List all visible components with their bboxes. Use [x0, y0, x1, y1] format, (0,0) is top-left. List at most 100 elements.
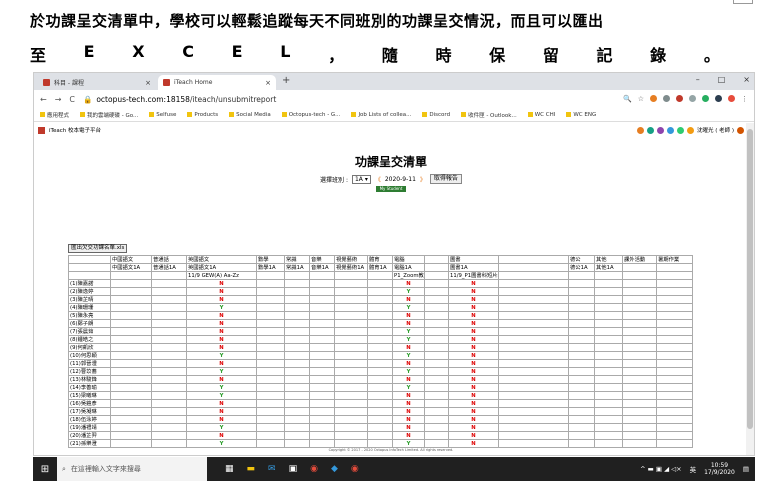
- profile-avatar[interactable]: [728, 95, 735, 102]
- table-cell: [656, 327, 693, 336]
- table-cell: [424, 343, 449, 352]
- tab-iteach-home[interactable]: iTeach Home ×: [158, 75, 276, 90]
- table-cell: N: [392, 391, 425, 400]
- tab-courses[interactable]: 科目 - 課程 ×: [38, 75, 156, 90]
- tool-icon[interactable]: [636, 126, 644, 134]
- url-input[interactable]: 🔒 octopus-tech.com:18158/iteach/unsubmit…: [83, 93, 403, 106]
- bookmark-item[interactable]: WC CHI: [527, 112, 555, 118]
- fetch-report-button[interactable]: 取得報告: [429, 174, 462, 184]
- bookmark-item[interactable]: Social Media: [229, 112, 271, 118]
- chrome-icon[interactable]: ◉: [351, 464, 359, 474]
- table-cell: [309, 327, 335, 336]
- table-cell: [568, 319, 595, 328]
- menu-icon[interactable]: ⋮: [741, 95, 748, 103]
- table-cell: [151, 327, 187, 336]
- bookmark-item[interactable]: 應用程式: [40, 111, 69, 119]
- table-cell: [656, 271, 693, 280]
- taskbar-search[interactable]: ⌕ 在這裡輸入文字來搜尋: [57, 457, 207, 481]
- clock[interactable]: 10:59 17/9/2020: [704, 462, 735, 476]
- table-cell: [256, 431, 285, 440]
- bookmark-item[interactable]: 我的雲端硬碟 - Go...: [80, 111, 138, 119]
- windows-start-icon[interactable]: ⊞: [33, 457, 57, 481]
- new-tab-button[interactable]: +: [282, 75, 290, 86]
- bookmark-item[interactable]: 收件匣 - Outlook...: [461, 111, 517, 119]
- table-cell: [110, 351, 152, 360]
- table-row: (14)李善瑜 Y Y N: [68, 383, 693, 392]
- date-value[interactable]: 2020-9-11: [385, 176, 416, 183]
- tool-icon[interactable]: [666, 126, 674, 134]
- forward-button[interactable]: →: [55, 95, 62, 104]
- my-student-button[interactable]: My Student: [376, 186, 406, 192]
- date-next-button[interactable]: 》: [420, 175, 426, 184]
- tray-icons[interactable]: ^ ▬ ▣ ◢ ◁×: [640, 465, 681, 473]
- user-icon[interactable]: [686, 126, 694, 134]
- bookmark-item[interactable]: Products: [187, 112, 218, 118]
- header-tools: 沈曜光 ( 老師 ): [636, 126, 744, 134]
- table-cell: [594, 415, 623, 424]
- mail-icon[interactable]: ✉: [268, 464, 276, 474]
- tool-icon[interactable]: [646, 126, 654, 134]
- table-cell: [656, 415, 693, 424]
- extension-icon[interactable]: [689, 95, 696, 102]
- app-icon[interactable]: ▣: [289, 464, 298, 474]
- table-cell: [309, 335, 335, 344]
- back-button[interactable]: ←: [40, 95, 47, 104]
- table-cell: [256, 319, 285, 328]
- star-icon[interactable]: ☆: [638, 95, 644, 103]
- table-cell: [68, 271, 111, 280]
- table-cell: [367, 423, 393, 432]
- table-cell: [151, 343, 187, 352]
- bookmark-item[interactable]: WC ENG: [566, 112, 596, 118]
- bookmark-item[interactable]: Discord: [422, 112, 450, 118]
- export-xls-button[interactable]: 匯出欠交功課名單.xls: [68, 244, 128, 253]
- table-cell: [424, 359, 449, 368]
- table-cell: (16)吳鎧彥: [68, 399, 111, 408]
- table-cell: [367, 359, 393, 368]
- bookmark-item[interactable]: Selfuse: [149, 112, 176, 118]
- class-select[interactable]: 1A ▾: [351, 174, 371, 184]
- table-row: (3)陳芷晴 N N N: [68, 295, 693, 304]
- task-view-icon[interactable]: ▦: [225, 464, 234, 474]
- close-window-button[interactable]: ×: [743, 75, 750, 84]
- extension-icon[interactable]: [663, 95, 670, 102]
- table-cell: [334, 383, 368, 392]
- chrome-icon[interactable]: ◉: [310, 464, 318, 474]
- user-name[interactable]: 沈曜光 ( 老師 ): [697, 126, 734, 134]
- table-cell: [309, 279, 335, 288]
- table-cell: N: [448, 311, 499, 320]
- app-icon[interactable]: ◆: [331, 464, 338, 474]
- table-cell: [367, 343, 393, 352]
- file-explorer-icon[interactable]: ▬: [247, 464, 256, 474]
- table-cell: [424, 327, 449, 336]
- tab-close-icon[interactable]: ×: [145, 79, 151, 87]
- table-cell: [256, 303, 285, 312]
- table-cell: 普通話: [151, 255, 187, 264]
- table-cell: [656, 383, 693, 392]
- date-prev-button[interactable]: 《: [375, 175, 381, 184]
- extension-icon[interactable]: [702, 95, 709, 102]
- minimize-button[interactable]: –: [696, 75, 700, 84]
- search-placeholder: 在這裡輸入文字來搜尋: [70, 465, 141, 473]
- ime-language[interactable]: 英: [690, 464, 697, 474]
- table-cell: [151, 415, 187, 424]
- table-cell: [594, 303, 623, 312]
- table-cell: [334, 407, 368, 416]
- tool-icon[interactable]: [656, 126, 664, 134]
- maximize-button[interactable]: □: [718, 75, 726, 84]
- extension-icon[interactable]: [650, 95, 657, 102]
- bookmark-item[interactable]: Octopus-tech - G...: [281, 112, 340, 118]
- scrollbar-thumb[interactable]: [747, 129, 753, 429]
- zoom-icon[interactable]: 🔍: [623, 95, 632, 103]
- logout-icon[interactable]: [737, 126, 744, 134]
- tab-close-icon[interactable]: ×: [265, 79, 271, 87]
- reload-button[interactable]: C: [69, 95, 75, 104]
- table-cell: [656, 375, 693, 384]
- bookmark-item[interactable]: Job Lists of collea...: [351, 112, 411, 118]
- table-cell: [110, 431, 152, 440]
- tool-icon[interactable]: [676, 126, 684, 134]
- table-cell: 普通話1A: [151, 263, 187, 272]
- extension-icon[interactable]: [715, 95, 722, 102]
- site-logo-icon: [38, 126, 45, 134]
- extension-icon[interactable]: [676, 95, 683, 102]
- notification-icon[interactable]: ▤: [743, 465, 749, 473]
